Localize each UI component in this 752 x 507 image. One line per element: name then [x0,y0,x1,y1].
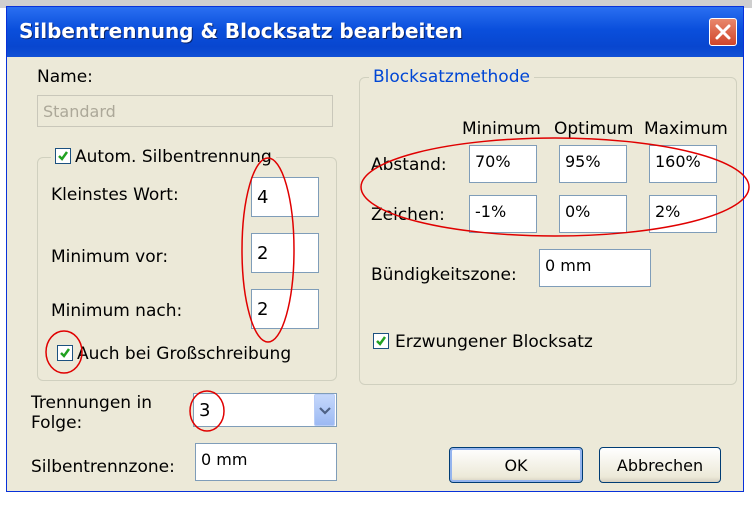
capitalized-checkbox[interactable] [57,345,73,361]
title-bar[interactable]: Silbentrennung & Blocksatz bearbeiten [7,7,743,57]
ok-button-label: OK [504,456,528,475]
chars-label: Zeichen: [371,205,445,225]
spacing-min-field[interactable]: 70% [469,145,537,183]
min-after-label: Minimum nach: [51,301,183,321]
checkmark-icon [376,336,387,346]
forced-justification-checkbox[interactable] [373,333,389,349]
chars-max-field[interactable]: 2% [649,195,717,233]
zone-label: Silbentrennzone: [31,457,175,477]
chevron-down-icon [319,407,331,415]
spacing-opt-field[interactable]: 95% [559,145,627,183]
shortest-word-field[interactable]: 4 [251,177,319,217]
name-field[interactable]: Standard [37,95,333,127]
spacing-label: Abstand: [371,155,447,175]
auto-hyphenation-checkbox[interactable] [55,148,71,164]
close-icon [715,24,731,40]
hyphenation-group-legend: Autom. Silbentrennung [51,147,276,167]
chars-opt-field[interactable]: 0% [559,195,627,233]
shortest-word-label: Kleinstes Wort: [51,185,179,205]
cancel-button[interactable]: Abbrechen [599,447,721,483]
justification-legend: Blocksatzmethode [369,67,534,87]
close-button[interactable] [709,18,737,46]
flush-zone-field[interactable]: 0 mm [539,249,651,287]
spacing-max-field[interactable]: 160% [649,145,717,183]
capitalized-label: Auch bei Großschreibung [77,344,292,364]
dialog-title: Silbentrennung & Blocksatz bearbeiten [19,19,463,43]
min-before-label: Minimum vor: [51,247,169,267]
col-minimum-header: Minimum [462,119,541,139]
consecutive-label-line1: Trennungen in [31,393,152,413]
checkmark-icon [60,348,71,358]
chars-min-field[interactable]: -1% [469,195,537,233]
auto-hyphenation-label: Autom. Silbentrennung [75,147,272,167]
consecutive-value: 3 [199,400,211,421]
dialog-window: Silbentrennung & Blocksatz bearbeiten Na… [6,6,744,492]
forced-justification-label: Erzwungener Blocksatz [395,332,593,352]
name-label: Name: [37,67,93,87]
consecutive-label-line2: Folge: [31,413,83,433]
ok-button[interactable]: OK [449,447,583,483]
zone-field[interactable]: 0 mm [195,443,337,481]
min-after-field[interactable]: 2 [251,289,319,329]
consecutive-dropdown-button[interactable] [314,394,335,426]
checkmark-icon [58,151,69,161]
col-optimum-header: Optimum [554,119,634,139]
cancel-button-label: Abbrechen [616,456,704,475]
flush-zone-label: Bündigkeitszone: [371,265,517,285]
col-maximum-header: Maximum [644,119,728,139]
min-before-field[interactable]: 2 [251,233,319,273]
